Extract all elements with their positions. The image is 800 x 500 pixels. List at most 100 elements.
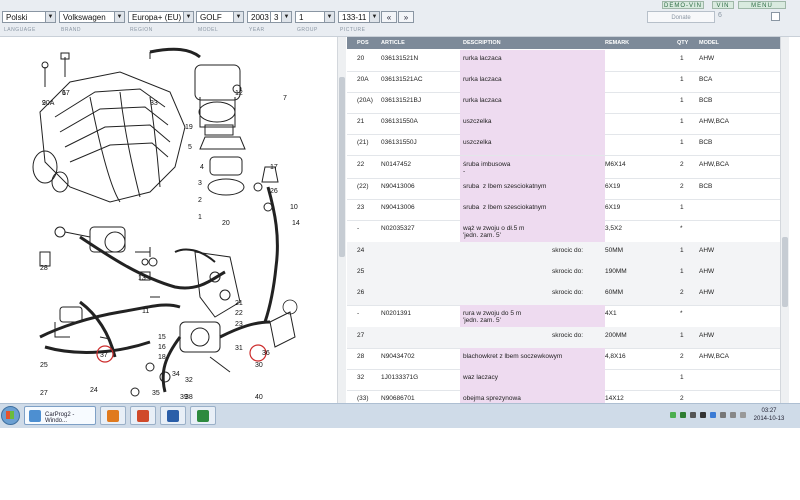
table-row[interactable]: 28 N90434702 blachowkret z lbem soczewkowy…: [347, 348, 780, 371]
diagram-scrollbar[interactable]: [337, 37, 346, 403]
model-select[interactable]: GOLF ▼: [196, 11, 244, 23]
callout-label[interactable]: 1: [198, 214, 202, 221]
callout-label[interactable]: 14: [292, 220, 300, 227]
callout-label[interactable]: 27: [40, 390, 48, 397]
parts-diagram[interactable]: 9 6 33 12 7 19 5 4 3 2 1 20 28 17 26 10 14 13 11 25 24 27 21 22…: [0, 37, 337, 403]
callout-label[interactable]: 15: [158, 334, 166, 341]
callout-label[interactable]: 21: [235, 300, 243, 307]
diagram-scroll-thumb[interactable]: [339, 77, 345, 257]
callout-label[interactable]: 12: [235, 90, 243, 97]
cell-model: AHW: [699, 288, 715, 296]
table-row[interactable]: - N02035327 wąż w zwoju o dł.5 m 'jedn. za…: [347, 219, 780, 243]
system-clock[interactable]: 03:27 2014-10-13: [752, 407, 786, 423]
group-value: 1: [299, 13, 304, 22]
start-button[interactable]: [1, 406, 20, 425]
table-row[interactable]: 25 skrocic do: 190MM 1 AHW: [347, 262, 780, 285]
taskbar-item-powerpoint[interactable]: [130, 406, 156, 425]
table-scroll-thumb[interactable]: [782, 237, 788, 307]
callout-label[interactable]: 5: [188, 144, 192, 151]
clock-date: 2014-10-13: [753, 416, 785, 422]
callout-label[interactable]: 31: [235, 345, 243, 352]
callout-label[interactable]: 2: [198, 197, 202, 204]
callout-label[interactable]: 20A: [42, 100, 55, 107]
callout-label[interactable]: 36: [262, 350, 270, 357]
tray-security-icon[interactable]: [670, 412, 676, 418]
cell-remark: M6X14: [605, 160, 626, 168]
vin-button[interactable]: VIN: [712, 1, 734, 9]
callout-label[interactable]: 25: [40, 362, 48, 369]
region-value: Europa+ (EU): [132, 13, 182, 22]
tray-flag-icon[interactable]: [740, 412, 746, 418]
taskbar-item-carprog[interactable]: CarProg2 - Windo...: [24, 406, 96, 425]
cell-description: wąż w zwoju o dł.5 m 'jedn. zam. 5': [463, 224, 525, 239]
cell-remark: 4X1: [605, 310, 617, 317]
callout-label[interactable]: 19: [185, 124, 193, 131]
cell-article: N0201391: [381, 310, 411, 317]
callout-label[interactable]: 37: [100, 352, 108, 359]
callout-label[interactable]: 3: [198, 180, 202, 187]
outlook-icon: [107, 410, 119, 422]
table-scrollbar[interactable]: [780, 37, 789, 403]
callout-label[interactable]: 33: [150, 100, 158, 107]
tray-bluetooth-icon[interactable]: [710, 412, 716, 418]
callout-label[interactable]: 4: [200, 164, 204, 171]
table-row[interactable]: 22 N0147452 śruba imbusowa - M6X14 2 AHW,BCA: [347, 155, 780, 179]
next-picture-button[interactable]: »: [398, 11, 414, 23]
callout-label[interactable]: 23: [235, 321, 243, 328]
taskbar-item-outlook[interactable]: [100, 406, 126, 425]
taskbar-item-excel[interactable]: [190, 406, 216, 425]
table-row[interactable]: - N0201391 rura w zwoju do 5 m 'jedn. zam.…: [347, 305, 780, 328]
language-select[interactable]: Polski ▼: [2, 11, 56, 23]
table-row[interactable]: (21) 036131550J uszczelka 1 BCB: [347, 134, 780, 157]
table-row[interactable]: 27 skrocic do: 200MM 1 AHW: [347, 327, 780, 350]
year-select[interactable]: 2003: [247, 11, 271, 23]
callout-label[interactable]: 28: [40, 265, 48, 272]
taskbar-item-word[interactable]: [160, 406, 186, 425]
callout-label[interactable]: 7: [283, 95, 287, 102]
table-row[interactable]: 24 skrocic do: 50MM 1 AHW: [347, 241, 780, 264]
callout-label[interactable]: 16: [158, 344, 166, 351]
cell-article: 1J0133371G: [381, 374, 419, 382]
callout-label[interactable]: 32: [185, 377, 193, 384]
table-row[interactable]: 32 1J0133371G waz laczacy 1: [347, 369, 780, 392]
callout-label[interactable]: 10: [290, 204, 298, 211]
callout-label[interactable]: 17: [270, 164, 278, 171]
callout-label[interactable]: 18: [158, 354, 166, 361]
table-row[interactable]: (33) N90686701 obejma sprezynowa 14X12 2: [347, 390, 780, 403]
donate-button[interactable]: Donate: [647, 11, 715, 23]
picture-select[interactable]: 133-11 ▼: [338, 11, 380, 23]
brand-select[interactable]: Volkswagen ▼: [59, 11, 125, 23]
table-row[interactable]: (22) N90413006 sruba z lbem szesciokatnym 6…: [347, 177, 780, 200]
demo-vin-button[interactable]: DEMO-VIN: [662, 1, 704, 9]
callout-label[interactable]: 39: [180, 394, 188, 401]
callout-label[interactable]: 26: [270, 188, 278, 195]
callout-label[interactable]: 20: [222, 220, 230, 227]
callout-label[interactable]: 24: [90, 387, 98, 394]
menu-button[interactable]: MENU: [738, 1, 786, 9]
callout-label[interactable]: 11: [142, 308, 149, 315]
year-suffix-select[interactable]: 3 ▼: [270, 11, 292, 23]
table-row[interactable]: (20A) 036131521BJ rurka laczaca 1 BCB: [347, 92, 780, 115]
callout-label[interactable]: 22: [235, 310, 243, 317]
group-select[interactable]: 1 ▼: [295, 11, 335, 23]
table-row[interactable]: 20 036131521N rurka laczaca 1 AHW: [347, 50, 780, 73]
table-row[interactable]: 26 skrocic do: 60MM 2 AHW: [347, 283, 780, 306]
tray-volume-icon[interactable]: [730, 412, 736, 418]
tray-printer-icon[interactable]: [700, 412, 706, 418]
callout-label[interactable]: 17: [62, 90, 70, 97]
callout-label[interactable]: 34: [172, 371, 180, 378]
option-checkbox[interactable]: [771, 12, 780, 21]
table-row[interactable]: 21 036131550A uszczelka 1 AHW,BCA: [347, 113, 780, 136]
cell-article: 036131521BJ: [381, 97, 422, 105]
table-row[interactable]: 23 N90413006 sruba z lbem szesciokatnym 6X1…: [347, 198, 780, 221]
callout-label[interactable]: 35: [152, 390, 160, 397]
previous-picture-button[interactable]: «: [381, 11, 397, 23]
region-select[interactable]: Europa+ (EU) ▼: [128, 11, 194, 23]
callout-label[interactable]: 13: [138, 275, 146, 282]
tray-monitor-icon[interactable]: [720, 412, 726, 418]
callout-label[interactable]: 30: [255, 362, 263, 369]
tray-device-icon[interactable]: [690, 412, 696, 418]
table-row[interactable]: 20A 036131521AC rurka laczaca 1 BCA: [347, 71, 780, 94]
callout-label[interactable]: 40: [255, 394, 263, 401]
tray-network-icon[interactable]: [680, 412, 686, 418]
